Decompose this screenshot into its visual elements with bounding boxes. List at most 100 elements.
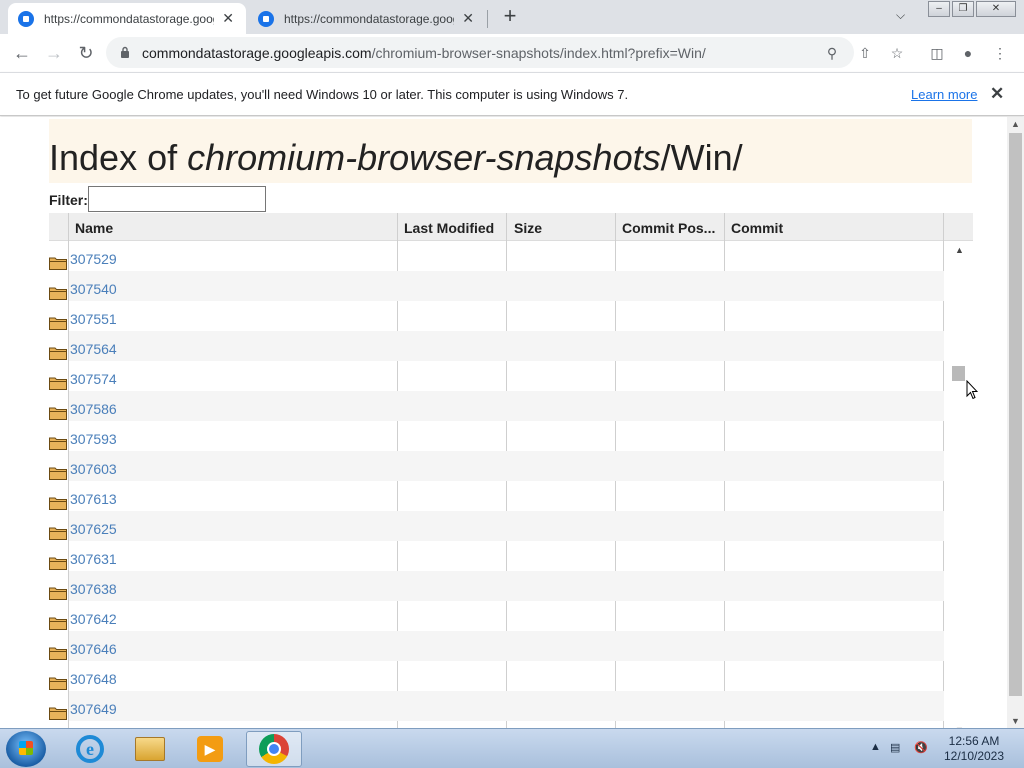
search-icon[interactable]: ⚲ bbox=[822, 43, 842, 63]
folder-icon bbox=[49, 647, 67, 660]
folder-link[interactable]: 307593 bbox=[70, 431, 117, 447]
folder-link[interactable]: 307638 bbox=[70, 581, 117, 597]
folder-icon bbox=[49, 497, 67, 510]
mouse-cursor-icon bbox=[966, 380, 978, 400]
tab-title: https://commondatastorage.googleapis.com bbox=[284, 11, 455, 26]
lock-icon bbox=[121, 46, 129, 58]
folder-link[interactable]: 307586 bbox=[70, 401, 117, 417]
tab-close-icon[interactable]: ✕ bbox=[220, 10, 236, 27]
folder-link[interactable]: 307649 bbox=[70, 701, 117, 717]
side-panel-icon[interactable]: ◫ bbox=[927, 43, 947, 63]
share-icon[interactable]: ⇧ bbox=[855, 43, 875, 63]
update-infobar: To get future Google Chrome updates, you… bbox=[0, 72, 1024, 116]
folder-icon bbox=[49, 437, 67, 450]
scroll-up-icon[interactable]: ▲ bbox=[955, 245, 964, 255]
tab-title: https://commondatastorage.googleapis.com bbox=[44, 11, 215, 26]
system-clock[interactable]: 12:56 AM 12/10/2023 bbox=[936, 734, 1012, 764]
column-last-modified[interactable]: Last Modified bbox=[404, 220, 504, 236]
folder-link[interactable]: 307648 bbox=[70, 671, 117, 687]
tab-close-icon[interactable]: ✕ bbox=[460, 10, 476, 27]
windows-explorer-taskbar-button[interactable] bbox=[122, 731, 178, 767]
folder-icon bbox=[49, 587, 67, 600]
minimize-button[interactable]: – bbox=[928, 1, 950, 17]
column-name[interactable]: Name bbox=[75, 220, 385, 236]
page-banner: Index of chromium-browser-snapshots/Win/ bbox=[49, 119, 972, 183]
folder-link[interactable]: 307574 bbox=[70, 371, 117, 387]
column-size[interactable]: Size bbox=[514, 220, 614, 236]
folder-link[interactable]: 307625 bbox=[70, 521, 117, 537]
favicon-icon bbox=[258, 10, 274, 27]
table-row: 307638 bbox=[49, 571, 944, 601]
reload-button[interactable]: ↻ bbox=[74, 42, 98, 64]
grid-header: Name Last Modified Size Commit Pos... Co… bbox=[49, 213, 973, 241]
back-button[interactable]: ← bbox=[10, 42, 34, 64]
folder-link[interactable]: 307529 bbox=[70, 251, 117, 267]
url-text: commondatastorage.googleapis.com/chromiu… bbox=[142, 45, 706, 61]
page-scroll-thumb[interactable] bbox=[1009, 133, 1022, 696]
tab-strip: https://commondatastorage.googleapis.com… bbox=[0, 0, 1024, 34]
internet-explorer-taskbar-button[interactable]: e bbox=[62, 731, 118, 767]
folder-link[interactable]: 307646 bbox=[70, 641, 117, 657]
folder-link[interactable]: 307551 bbox=[70, 311, 117, 327]
folder-icon bbox=[49, 317, 67, 330]
infobar-close-icon[interactable]: ✕ bbox=[990, 84, 1004, 104]
table-row: 307551 bbox=[49, 301, 944, 331]
filter-label: Filter: bbox=[49, 192, 88, 208]
table-row: 307529 bbox=[49, 241, 944, 271]
network-icon[interactable]: ▤ bbox=[890, 741, 900, 754]
folder-icon bbox=[49, 467, 67, 480]
volume-muted-icon[interactable]: 🔇 bbox=[914, 741, 928, 754]
media-player-taskbar-button[interactable]: ▶ bbox=[182, 731, 238, 767]
column-commit-pos[interactable]: Commit Pos... bbox=[622, 220, 722, 236]
folder-link[interactable]: 307642 bbox=[70, 611, 117, 627]
folder-icon bbox=[49, 527, 67, 540]
column-commit[interactable]: Commit bbox=[731, 220, 831, 236]
table-row: 307646 bbox=[49, 631, 944, 661]
taskbar: e ▶ ▲ ▤ 🔇 12:56 AM 12/10/2023 bbox=[0, 728, 1024, 768]
table-row: 307648 bbox=[49, 661, 944, 691]
table-row: 307625 bbox=[49, 511, 944, 541]
chrome-taskbar-button[interactable] bbox=[246, 731, 302, 767]
folder-link[interactable]: 307540 bbox=[70, 281, 117, 297]
folder-link[interactable]: 307613 bbox=[70, 491, 117, 507]
table-row: 307593 bbox=[49, 421, 944, 451]
media-player-icon: ▶ bbox=[197, 736, 223, 762]
folder-icon bbox=[49, 707, 67, 720]
page-content: Index of chromium-browser-snapshots/Win/… bbox=[0, 117, 1007, 728]
tab-divider bbox=[487, 10, 488, 28]
folder-link[interactable]: 307631 bbox=[70, 551, 117, 567]
profile-icon[interactable]: ● bbox=[958, 43, 978, 63]
address-bar[interactable]: commondatastorage.googleapis.com/chromiu… bbox=[106, 37, 854, 68]
scroll-down-icon[interactable]: ▼ bbox=[1011, 716, 1020, 726]
chevron-down-icon[interactable]: ⌵ bbox=[896, 8, 905, 23]
tab-1[interactable]: https://commondatastorage.googleapis.com… bbox=[8, 3, 246, 34]
table-row: 307649 bbox=[49, 691, 944, 721]
tab-2[interactable]: https://commondatastorage.googleapis.com… bbox=[248, 3, 486, 34]
learn-more-link[interactable]: Learn more bbox=[911, 87, 977, 102]
folder-icon bbox=[49, 407, 67, 420]
table-row: 307540 bbox=[49, 271, 944, 301]
close-window-button[interactable]: ✕ bbox=[976, 1, 1016, 17]
url-path: /chromium-browser-snapshots/index.html?p… bbox=[371, 45, 706, 61]
title-path: chromium-browser-snapshots bbox=[187, 137, 661, 178]
folder-link[interactable]: 307603 bbox=[70, 461, 117, 477]
folder-link[interactable]: 307564 bbox=[70, 341, 117, 357]
grid-scrollbar[interactable]: ▲ ▼ bbox=[944, 241, 973, 728]
new-tab-button[interactable]: + bbox=[498, 5, 522, 29]
show-hidden-icons-icon[interactable]: ▲ bbox=[870, 741, 881, 753]
restore-button[interactable]: ❐ bbox=[952, 1, 974, 17]
folder-icon bbox=[49, 347, 67, 360]
table-row: 307642 bbox=[49, 601, 944, 631]
grid-scroll-thumb[interactable] bbox=[952, 366, 965, 381]
menu-icon[interactable]: ⋮ bbox=[990, 43, 1010, 63]
start-button[interactable] bbox=[6, 731, 46, 767]
scroll-up-icon[interactable]: ▲ bbox=[1011, 119, 1020, 129]
forward-button[interactable]: → bbox=[42, 42, 66, 64]
infobar-message: To get future Google Chrome updates, you… bbox=[16, 87, 629, 102]
star-icon[interactable]: ☆ bbox=[887, 43, 907, 63]
table-row: 307574 bbox=[49, 361, 944, 391]
table-row: 307603 bbox=[49, 451, 944, 481]
page-scrollbar[interactable]: ▲ ▼ bbox=[1007, 117, 1024, 728]
page-title: Index of chromium-browser-snapshots/Win/ bbox=[49, 137, 743, 179]
filter-input[interactable] bbox=[88, 186, 266, 212]
